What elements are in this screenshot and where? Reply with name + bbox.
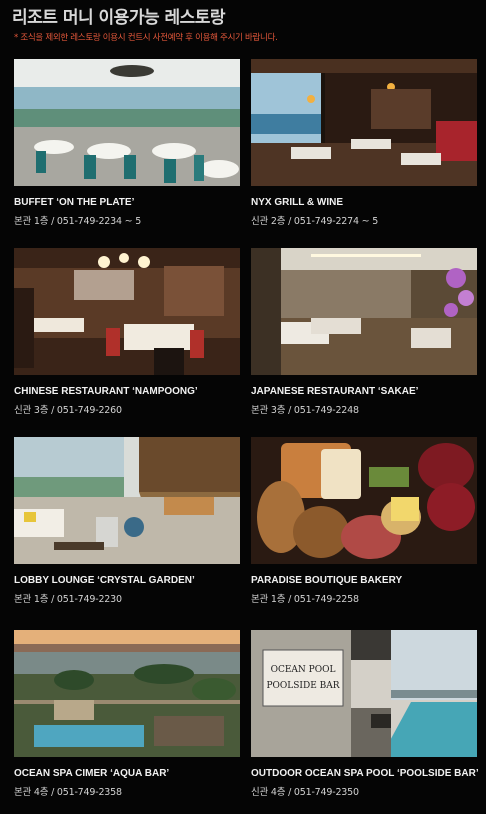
japanese-restaurant-photo [251,248,477,375]
spa-aqua-bar-photo [14,630,240,757]
restaurant-card-poolside-bar[interactable]: OCEAN POOL POOLSIDE BAR OUTDOOR OCEAN SP… [251,630,479,798]
restaurant-name: OCEAN SPA CIMER ‘AQUA BAR’ [14,768,170,779]
poolside-bar-photo: OCEAN POOL POOLSIDE BAR [251,630,477,757]
restaurant-location-phone: 본관 1층 / 051-749-2230 [14,594,122,605]
restaurant-name: JAPANESE RESTAURANT ‘SAKAE’ [251,386,419,397]
restaurant-location-phone: 신관 4층 / 051-749-2350 [251,787,359,798]
chinese-restaurant-photo [14,248,240,375]
sign-text-line2: POOLSIDE BAR [266,681,339,691]
restaurant-location-phone: 본관 1층 / 051-749-2234 ~ 5 [14,216,142,227]
restaurant-card-nyx-grill[interactable]: NYX GRILL & WINE 신관 2층 / 051-749-2274 ~ … [251,59,477,227]
sign-text-line1: OCEAN POOL [271,665,336,675]
restaurant-location-phone: 본관 1층 / 051-749-2258 [251,594,359,605]
restaurant-card-buffet[interactable]: BUFFET ‘ON THE PLATE’ 본관 1층 / 051-749-22… [14,59,240,227]
restaurant-name: OUTDOOR OCEAN SPA POOL ‘POOLSIDE BAR’ [251,768,479,779]
restaurant-card-aqua-bar[interactable]: OCEAN SPA CIMER ‘AQUA BAR’ 본관 4층 / 051-7… [14,630,240,798]
buffet-dining-room-photo [14,59,240,186]
restaurant-name: NYX GRILL & WINE [251,197,344,208]
restaurant-location-phone: 신관 3층 / 051-749-2260 [14,405,122,416]
restaurant-location-phone: 본관 3층 / 051-749-2248 [251,405,359,416]
restaurant-location-phone: 신관 2층 / 051-749-2274 ~ 5 [251,216,379,227]
page-title: 리조트 머니 이용가능 레스토랑 [12,8,226,28]
restaurant-name: CHINESE RESTAURANT ‘NAMPOONG’ [14,386,198,397]
restaurant-card-bakery[interactable]: PARADISE BOUTIQUE BAKERY 본관 1층 / 051-749… [251,437,477,605]
restaurant-location-phone: 본관 4층 / 051-749-2358 [14,787,122,798]
grill-ocean-view-photo [251,59,477,186]
restaurant-name: PARADISE BOUTIQUE BAKERY [251,575,403,586]
reservation-notice: * 조식을 제외한 레스토랑 이용시 컨트시 사전예약 후 이용해 주시기 바랍… [14,33,278,43]
restaurant-name: BUFFET ‘ON THE PLATE’ [14,197,135,208]
restaurant-card-nampoong[interactable]: CHINESE RESTAURANT ‘NAMPOONG’ 신관 3층 / 05… [14,248,240,416]
restaurant-card-crystal-garden[interactable]: LOBBY LOUNGE ‘CRYSTAL GARDEN’ 본관 1층 / 05… [14,437,240,605]
lobby-lounge-photo [14,437,240,564]
restaurant-name: LOBBY LOUNGE ‘CRYSTAL GARDEN’ [14,575,195,586]
restaurant-card-sakae[interactable]: JAPANESE RESTAURANT ‘SAKAE’ 본관 3층 / 051-… [251,248,477,416]
bakery-bread-photo [251,437,477,564]
